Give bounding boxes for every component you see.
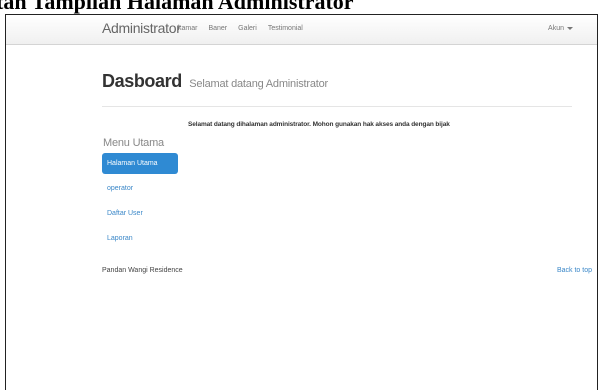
page-header: Dasboard Selamat datang Administrator [102,71,572,107]
menu-heading: Menu Utama [103,137,164,149]
nav-link-testimonial[interactable]: Testimonial [268,25,303,32]
sidebar-item-laporan[interactable]: Laporan [102,228,178,249]
browser-frame: Administrator kamar Baner Galeri Testimo… [5,14,598,390]
account-label: Akun [548,25,564,32]
page-title: Dasboard [102,71,182,91]
sidebar-item-halaman-utama[interactable]: Halaman Utama [102,153,178,174]
back-to-top-link[interactable]: Back to top [557,267,592,274]
sidebar-menu: Halaman Utama operator Daftar User Lapor… [102,153,178,253]
sidebar-item-operator[interactable]: operator [102,178,178,199]
page-subtitle: Selamat datang Administrator [189,78,328,90]
nav-links: kamar Baner Galeri Testimonial [178,25,303,32]
caption-text: tan Tampilan Halaman Administrator [0,0,354,14]
top-navbar: Administrator kamar Baner Galeri Testimo… [6,15,597,45]
footer-site-name: Pandan Wangi Residence [102,267,183,274]
sidebar-item-daftar-user[interactable]: Daftar User [102,203,178,224]
nav-link-kamar[interactable]: kamar [178,25,197,32]
brand-title[interactable]: Administrator [102,20,181,36]
nav-link-baner[interactable]: Baner [208,25,227,32]
account-dropdown[interactable]: Akun [548,25,573,32]
caret-down-icon [567,26,573,30]
nav-link-galeri[interactable]: Galeri [238,25,257,32]
welcome-message: Selamat datang dihalaman administrator. … [188,121,450,128]
